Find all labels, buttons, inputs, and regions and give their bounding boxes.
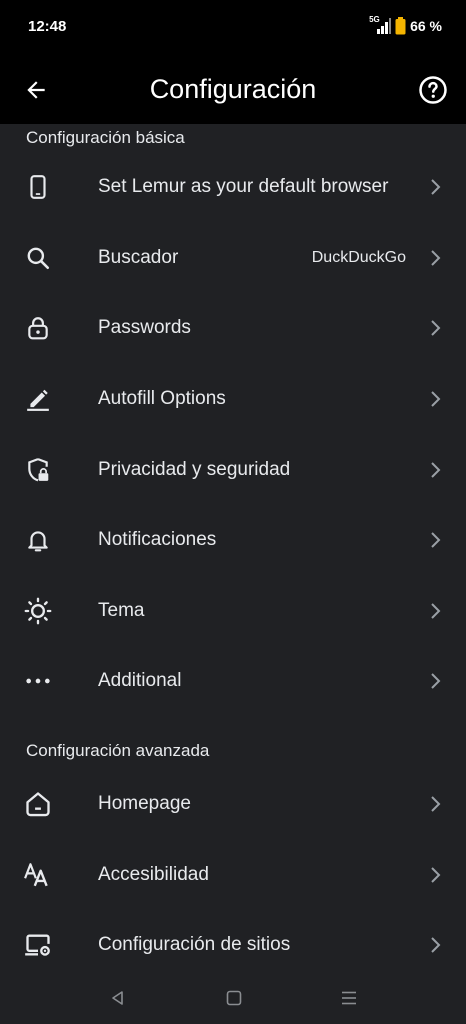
nav-back-button[interactable] bbox=[106, 986, 130, 1010]
shield-lock-icon bbox=[24, 456, 52, 484]
setting-privacy-security[interactable]: Privacidad y seguridad bbox=[0, 434, 466, 505]
chevron-right-icon bbox=[428, 794, 444, 814]
signal-icon: 5G bbox=[369, 15, 392, 34]
chevron-right-icon bbox=[428, 671, 444, 691]
network-type: 5G bbox=[369, 15, 380, 24]
chevron-right-icon bbox=[428, 389, 444, 409]
setting-label: Configuración de sitios bbox=[98, 934, 291, 956]
nav-home-icon bbox=[225, 989, 243, 1007]
brightness-icon bbox=[24, 597, 52, 625]
setting-search-engine[interactable]: Buscador DuckDuckGo bbox=[0, 223, 466, 294]
section-header-advanced: Configuración avanzada bbox=[26, 740, 210, 760]
battery-icon bbox=[395, 17, 406, 35]
status-bar: 12:48 5G 66 % bbox=[0, 0, 466, 56]
chevron-right-icon bbox=[428, 935, 444, 955]
nav-home-button[interactable] bbox=[222, 986, 246, 1010]
status-indicators: 5G 66 % bbox=[369, 15, 442, 35]
chevron-right-icon bbox=[428, 318, 444, 338]
battery-level: 66 % bbox=[410, 18, 442, 34]
setting-accessibility[interactable]: Accesibilidad bbox=[0, 839, 466, 910]
nav-back-icon bbox=[109, 989, 127, 1007]
lock-icon bbox=[24, 314, 52, 342]
settings-list: Configuración básica Set Lemur as your d… bbox=[0, 124, 466, 972]
nav-recents-button[interactable] bbox=[337, 986, 361, 1010]
home-icon bbox=[24, 790, 52, 818]
nav-recents-icon bbox=[340, 989, 358, 1007]
chevron-right-icon bbox=[428, 865, 444, 885]
pencil-icon bbox=[24, 385, 52, 413]
app-bar: Configuración bbox=[0, 56, 466, 124]
setting-label: Tema bbox=[98, 599, 145, 621]
chevron-right-icon bbox=[428, 601, 444, 621]
setting-label: Homepage bbox=[98, 793, 191, 815]
section-header-basic: Configuración básica bbox=[26, 128, 185, 147]
setting-label: Additional bbox=[98, 670, 182, 692]
setting-label: Passwords bbox=[98, 317, 191, 339]
setting-label: Buscador bbox=[98, 246, 179, 268]
help-circle-icon bbox=[418, 75, 448, 105]
chevron-right-icon bbox=[428, 248, 444, 268]
setting-theme[interactable]: Tema bbox=[0, 576, 466, 647]
search-engine-value: DuckDuckGo bbox=[311, 248, 406, 266]
page-title: Configuración bbox=[149, 74, 317, 104]
system-nav-bar bbox=[0, 972, 466, 1024]
phone-icon bbox=[24, 173, 52, 201]
setting-site-settings[interactable]: Configuración de sitios bbox=[0, 910, 466, 972]
help-button[interactable] bbox=[416, 73, 450, 107]
setting-label: Privacidad y seguridad bbox=[98, 458, 291, 480]
setting-default-browser[interactable]: Set Lemur as your default browser bbox=[0, 152, 466, 223]
setting-additional[interactable]: Additional bbox=[0, 646, 466, 717]
bell-icon bbox=[24, 526, 52, 554]
site-settings-icon bbox=[24, 931, 52, 959]
search-icon bbox=[24, 244, 52, 272]
more-horiz-icon bbox=[24, 667, 52, 695]
setting-label: Set Lemur as your default browser bbox=[98, 176, 389, 198]
setting-label: Accesibilidad bbox=[98, 863, 209, 885]
setting-label: Autofill Options bbox=[98, 388, 226, 410]
text-size-icon bbox=[24, 861, 52, 889]
setting-notifications[interactable]: Notificaciones bbox=[0, 505, 466, 576]
chevron-right-icon bbox=[428, 460, 444, 480]
setting-homepage[interactable]: Homepage bbox=[0, 769, 466, 840]
setting-passwords[interactable]: Passwords bbox=[0, 293, 466, 364]
status-time: 12:48 bbox=[28, 18, 67, 35]
setting-autofill-options[interactable]: Autofill Options bbox=[0, 364, 466, 435]
chevron-right-icon bbox=[428, 530, 444, 550]
setting-label: Notificaciones bbox=[98, 529, 217, 551]
chevron-right-icon bbox=[428, 177, 444, 197]
